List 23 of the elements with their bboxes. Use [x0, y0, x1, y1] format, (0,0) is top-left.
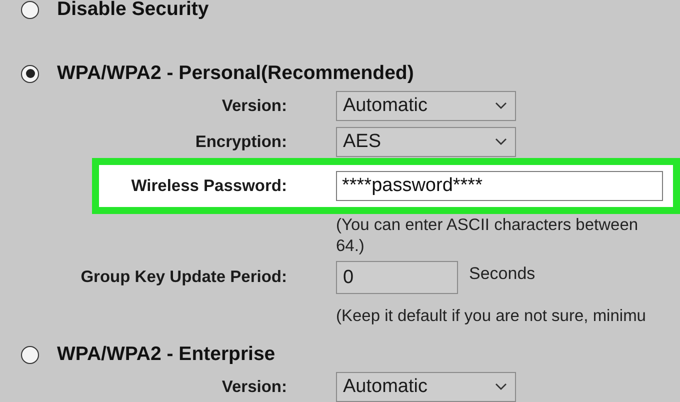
field-label: Version:: [220, 378, 287, 396]
password-field[interactable]: ****password****: [336, 171, 663, 201]
input-field[interactable]: 0: [336, 261, 458, 294]
dropdown[interactable]: Automatic: [336, 372, 516, 402]
dropdown[interactable]: Automatic: [336, 91, 516, 121]
option-label: Disable Security: [57, 0, 209, 21]
hint-text: 64.): [336, 236, 366, 257]
option-label: WPA/WPA2 - Enterprise: [57, 343, 276, 366]
field-label: Version:: [220, 96, 287, 116]
radio-button[interactable]: [21, 64, 39, 82]
chevron-down-icon: [495, 383, 507, 391]
chevron-down-icon: [495, 138, 507, 146]
field-label: Group Key Update Period:: [80, 268, 287, 287]
field-label: Encryption:: [194, 132, 287, 152]
hint-text: (You can enter ASCII characters between: [336, 215, 640, 236]
option-label: WPA/WPA2 - Personal(Recommended): [57, 62, 414, 85]
radio-button[interactable]: [21, 346, 39, 364]
field-label: Wireless Password:: [130, 176, 287, 196]
radio-button[interactable]: [21, 0, 39, 18]
unit-label: Seconds: [469, 264, 536, 284]
hint-text: (Keep it default if you are not sure, minimu: [336, 306, 647, 327]
chevron-down-icon: [495, 102, 507, 110]
dropdown[interactable]: AES: [336, 127, 516, 157]
